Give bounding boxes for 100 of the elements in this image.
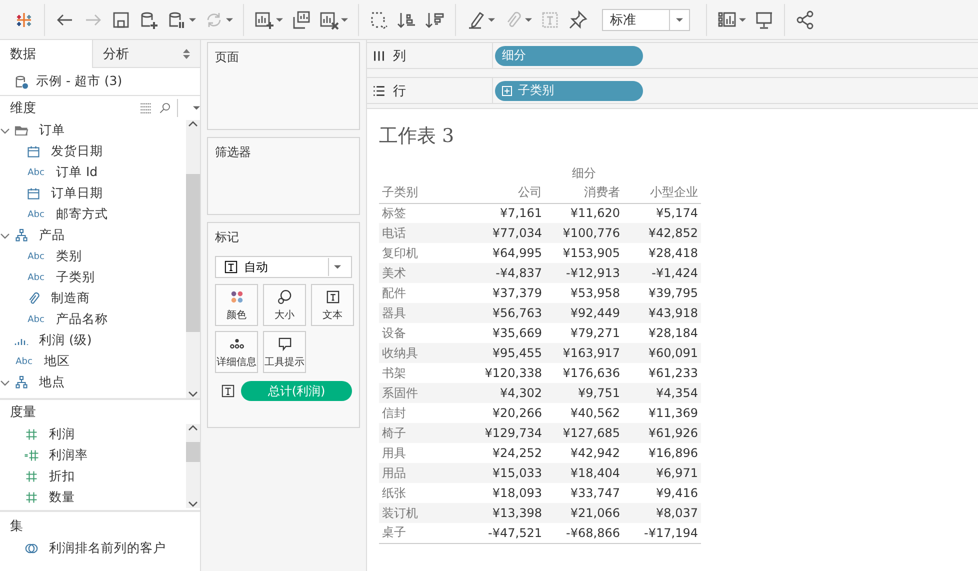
scroll-down-icon[interactable] xyxy=(188,500,198,508)
field-label[interactable]: 类别 xyxy=(56,248,82,265)
row-header: 子类别 xyxy=(382,185,418,200)
table-cell: ¥6,971 xyxy=(623,463,701,483)
calendar-icon xyxy=(26,186,41,201)
field-label[interactable]: 订单 Id xyxy=(56,164,98,181)
scroll-down-icon[interactable] xyxy=(188,390,198,398)
pen-icon xyxy=(466,10,486,30)
table-cell: ¥100,776 xyxy=(545,223,623,243)
field-label[interactable]: 利润排名前列的客户 xyxy=(49,540,166,557)
field-label[interactable]: 发货日期 xyxy=(51,143,103,160)
table-cell: -¥47,521 xyxy=(467,523,545,543)
caret-icon xyxy=(525,18,532,22)
row-label: 椅子 xyxy=(379,423,467,443)
row-label: 配件 xyxy=(379,283,467,303)
presentation-icon xyxy=(754,10,774,30)
field-label[interactable]: 地点 xyxy=(39,374,65,391)
field-label[interactable]: 产品名称 xyxy=(56,311,108,328)
row-label: 收纳具 xyxy=(379,343,467,363)
table-cell: ¥77,034 xyxy=(467,223,545,243)
fit-dropdown[interactable]: 标准 xyxy=(602,8,690,30)
table-cell: ¥61,926 xyxy=(623,423,701,443)
caret-icon xyxy=(276,18,283,22)
table-cell: ¥9,751 xyxy=(545,383,623,403)
table-cell: -¥17,194 xyxy=(623,523,701,543)
mark-property-button[interactable]: 详细信息 xyxy=(215,331,258,373)
chevron-icon[interactable] xyxy=(0,230,10,240)
folder-icon xyxy=(14,123,29,138)
table-cell: ¥4,302 xyxy=(467,383,545,403)
field-label[interactable]: 利润 (级) xyxy=(39,332,92,349)
string-type-label: Abc xyxy=(26,210,46,220)
chevron-icon[interactable] xyxy=(0,126,10,136)
field-label[interactable]: 数量 xyxy=(49,489,75,506)
column-header: 小型企业 xyxy=(650,185,698,200)
sheet-title: 工作表 3 xyxy=(379,124,456,149)
table-cell: ¥21,066 xyxy=(545,503,623,523)
string-type-label: Abc xyxy=(26,168,46,178)
field-label[interactable]: 子类别 xyxy=(56,269,95,286)
caret-icon xyxy=(189,18,196,22)
side-tab[interactable]: 分析 xyxy=(92,40,200,67)
table-cell: ¥64,995 xyxy=(467,243,545,263)
string-type-label: Abc xyxy=(14,356,34,366)
expand-box-icon[interactable] xyxy=(502,86,512,96)
field-label[interactable]: 利润率 xyxy=(49,447,88,464)
table-cell: ¥7,161 xyxy=(467,203,545,223)
data-source-name[interactable]: 示例 - 超市 (3) xyxy=(36,73,122,90)
text-box-icon xyxy=(540,10,560,30)
sort-arrows-icon xyxy=(183,48,190,58)
scroll-thumb[interactable] xyxy=(186,174,200,332)
column-header: 公司 xyxy=(518,185,542,200)
table-cell: ¥16,896 xyxy=(623,443,701,463)
mark-property-button[interactable]: 工具提示 xyxy=(263,331,306,373)
field-label[interactable]: 折扣 xyxy=(49,468,75,485)
field-label[interactable]: 邮寄方式 xyxy=(56,206,108,223)
card-title: 页面 xyxy=(215,50,239,64)
mark-type-dropdown[interactable]: 自动 xyxy=(215,256,352,278)
database-check-icon xyxy=(14,74,30,90)
scroll-up-icon[interactable] xyxy=(188,424,198,432)
mark-property-button[interactable]: 大小 xyxy=(263,284,306,326)
table-cell: ¥42,852 xyxy=(623,223,701,243)
field-label[interactable]: 利润 xyxy=(49,426,75,443)
field-label[interactable]: 地区 xyxy=(44,353,70,370)
scrollbar[interactable] xyxy=(186,120,200,398)
calculated-hash-icon xyxy=(24,448,39,463)
row-label: 美术 xyxy=(379,263,467,283)
table-cell: ¥15,033 xyxy=(467,463,545,483)
table-cell: ¥13,398 xyxy=(467,503,545,523)
field-label[interactable]: 产品 xyxy=(39,227,65,244)
field-label[interactable]: 制造商 xyxy=(51,290,90,307)
table-cell: ¥39,795 xyxy=(623,283,701,303)
scroll-thumb[interactable] xyxy=(186,442,200,462)
string-type-label: Abc xyxy=(26,314,46,324)
hierarchy-icon xyxy=(14,228,29,243)
row-label: 纸张 xyxy=(379,483,467,503)
swap-axes-icon xyxy=(369,10,389,30)
table-cell: ¥40,562 xyxy=(545,403,623,423)
scroll-up-icon[interactable] xyxy=(188,120,198,128)
scrollbar[interactable] xyxy=(186,424,200,508)
shelf-label: 列 xyxy=(393,48,406,64)
field-label[interactable]: 订单日期 xyxy=(51,185,103,202)
table-cell: ¥37,379 xyxy=(467,283,545,303)
section-title: 度量 xyxy=(10,404,36,421)
table-cell: ¥18,093 xyxy=(467,483,545,503)
table-cell: ¥153,905 xyxy=(545,243,623,263)
row-label: 用具 xyxy=(379,443,467,463)
string-type-label: Abc xyxy=(26,272,46,282)
color-dots-icon xyxy=(228,288,244,304)
table-cell: ¥120,338 xyxy=(467,363,545,383)
chevron-icon[interactable] xyxy=(0,378,10,388)
field-label[interactable]: 订单 xyxy=(39,122,65,139)
mark-property-button[interactable]: 颜色 xyxy=(215,284,258,326)
hash-icon xyxy=(24,469,39,484)
row-label: 设备 xyxy=(379,323,467,343)
mark-property-button[interactable]: 文本 xyxy=(311,284,354,326)
text-t-icon xyxy=(221,384,235,398)
card-title: 筛选器 xyxy=(215,145,251,159)
database-pause-icon xyxy=(167,10,187,30)
table-cell: ¥5,174 xyxy=(623,203,701,223)
table-cell: -¥4,837 xyxy=(467,263,545,283)
columns-icon xyxy=(373,50,385,62)
